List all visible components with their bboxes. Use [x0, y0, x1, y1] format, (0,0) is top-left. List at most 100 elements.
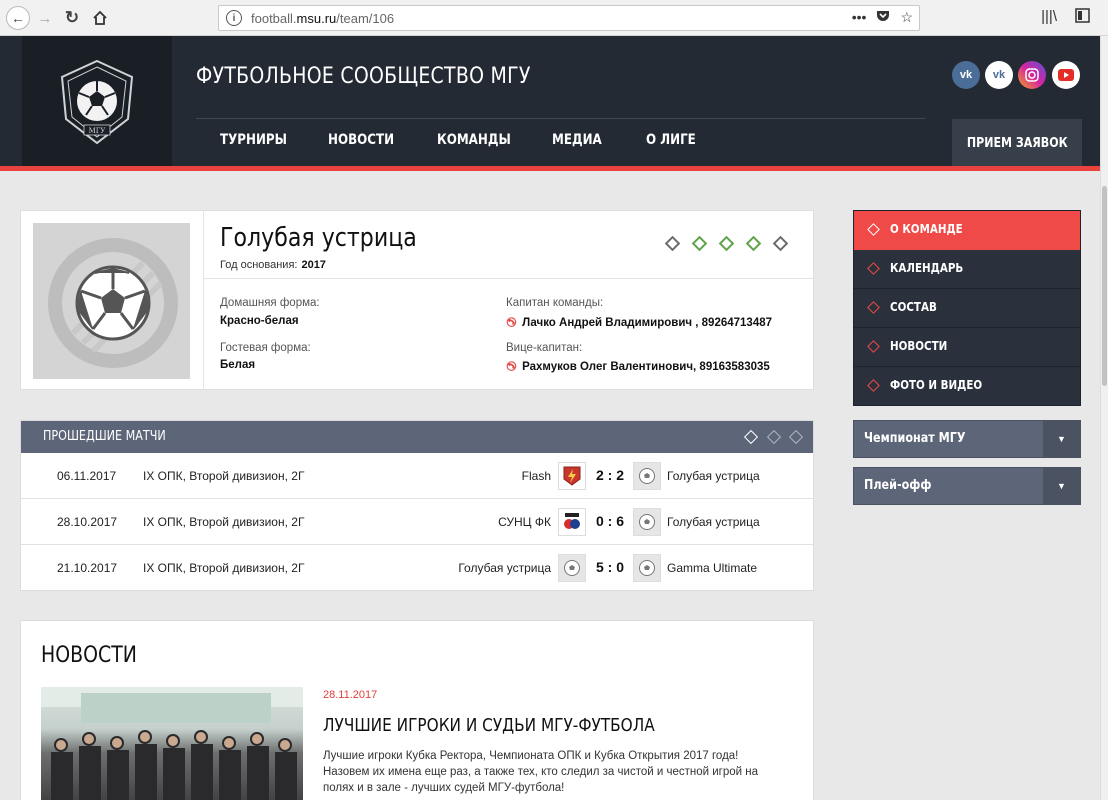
- past-matches-panel: ПРОШЕДШИЕ МАТЧИ 06.11.2017 IX ОПК, Второ…: [20, 420, 814, 591]
- captain-value: ✆ Лачко Андрей Владимирович , 89264713487: [503, 315, 773, 329]
- nav-about[interactable]: О ЛИГЕ: [646, 132, 696, 148]
- match-tournament[interactable]: IX ОПК, Второй дивизион, 2Г: [143, 561, 304, 575]
- playoff-dropdown[interactable]: Плей-офф ▼: [853, 467, 1081, 505]
- header-divider: [196, 118, 926, 119]
- team-logo-icon: [558, 554, 586, 582]
- diamond-bullet-icon: [867, 262, 880, 275]
- pager-dot-icon[interactable]: [788, 429, 804, 445]
- match-home-team[interactable]: Голубая устрица: [458, 561, 551, 575]
- side-item-label: КАЛЕНДАРЬ: [890, 261, 964, 275]
- nav-news[interactable]: НОВОСТИ: [328, 132, 394, 148]
- diamond-bullet-icon: [867, 379, 880, 392]
- match-tournament[interactable]: IX ОПК, Второй дивизион, 2Г: [143, 515, 304, 529]
- news-section: НОВОСТИ 28.11.2017 ЛУЧШИЕ ИГРОКИ И СУДЬИ…: [20, 620, 814, 800]
- match-home-team[interactable]: СУНЦ ФК: [498, 515, 551, 529]
- match-tournament[interactable]: IX ОПК, Второй дивизион, 2Г: [143, 469, 304, 483]
- apply-button[interactable]: ПРИЕМ ЗАЯВОК: [952, 119, 1082, 168]
- url-domain: msu.ru: [296, 11, 337, 26]
- library-icon[interactable]: |||\: [1041, 8, 1057, 27]
- site-logo[interactable]: МГУ: [22, 36, 172, 168]
- browser-toolbar: ← → ↻ i football.msu.ru/team/106 ••• ☆ |…: [0, 0, 1108, 36]
- match-row[interactable]: 06.11.2017 IX ОПК, Второй дивизион, 2Г F…: [21, 453, 813, 499]
- match-row[interactable]: 21.10.2017 IX ОПК, Второй дивизион, 2Г Г…: [21, 545, 813, 591]
- form-win-icon: [745, 235, 762, 252]
- instagram-icon[interactable]: [1018, 61, 1046, 89]
- flash-logo-icon: [558, 462, 586, 490]
- captain-text: Лачко Андрей Владимирович , 89264713487: [522, 317, 773, 329]
- logo-text: МГУ: [89, 127, 106, 135]
- more-icon[interactable]: •••: [852, 9, 867, 26]
- phone-icon: ✆: [503, 315, 519, 329]
- side-item-about-team[interactable]: О КОМАНДЕ: [854, 211, 1080, 250]
- caret-down-icon[interactable]: ▼: [1043, 421, 1080, 457]
- reload-icon[interactable]: ↻: [60, 6, 84, 30]
- match-score[interactable]: 2 : 2: [595, 467, 625, 483]
- away-kit-label: Гостевая форма:: [220, 342, 311, 354]
- home-icon[interactable]: [88, 6, 112, 30]
- match-away-team[interactable]: Голубая устрица: [667, 469, 760, 483]
- msu-crest-icon: МГУ: [60, 59, 134, 145]
- side-item-news[interactable]: НОВОСТИ: [854, 328, 1080, 367]
- side-item-photo-video[interactable]: ФОТО И ВИДЕО: [854, 367, 1080, 406]
- match-away-team[interactable]: Gamma Ultimate: [667, 561, 757, 575]
- youtube-icon[interactable]: [1052, 61, 1080, 89]
- site-title[interactable]: ФУТБОЛЬНОЕ СООБЩЕСТВО МГУ: [196, 64, 531, 89]
- nav-teams[interactable]: КОМАНДЫ: [437, 132, 511, 148]
- back-arrow-icon[interactable]: ←: [6, 6, 30, 30]
- team-name: Голубая устрица: [220, 223, 417, 253]
- match-score[interactable]: 5 : 0: [595, 559, 625, 575]
- home-kit-label: Домашняя форма:: [220, 297, 320, 309]
- scrollbar-thumb[interactable]: [1102, 186, 1107, 386]
- match-date: 21.10.2017: [57, 561, 118, 575]
- dropdown-label: Чемпионат МГУ: [864, 431, 966, 446]
- match-away-team[interactable]: Голубая устрица: [667, 515, 760, 529]
- form-loss-icon: [772, 235, 789, 252]
- vk-icon[interactable]: vk: [985, 61, 1013, 89]
- away-kit-value: Белая: [220, 359, 256, 371]
- side-item-label: НОВОСТИ: [890, 339, 948, 353]
- match-date: 06.11.2017: [57, 469, 117, 483]
- info-icon[interactable]: i: [226, 10, 242, 26]
- news-section-title: НОВОСТИ: [41, 643, 137, 668]
- founded-info: Год основания: 2017: [220, 259, 326, 271]
- side-item-calendar[interactable]: КАЛЕНДАРЬ: [854, 250, 1080, 289]
- caret-down-icon[interactable]: ▼: [1043, 468, 1080, 504]
- site-header: МГУ ФУТБОЛЬНОЕ СООБЩЕСТВО МГУ ТУРНИРЫ НО…: [0, 36, 1100, 168]
- match-home-team[interactable]: Flash: [522, 469, 551, 483]
- football-icon: [48, 238, 178, 368]
- team-photo-placeholder: [33, 223, 190, 379]
- page-scrollbar[interactable]: [1100, 36, 1108, 800]
- pager-dot-icon[interactable]: [766, 429, 782, 445]
- news-headline[interactable]: ЛУЧШИЕ ИГРОКИ И СУДЬИ МГУ-ФУТБОЛА: [323, 715, 655, 736]
- dropdown-label: Плей-офф: [864, 478, 932, 493]
- match-row[interactable]: 28.10.2017 IX ОПК, Второй дивизион, 2Г С…: [21, 499, 813, 545]
- side-item-roster[interactable]: СОСТАВ: [854, 289, 1080, 328]
- championship-dropdown[interactable]: Чемпионат МГУ ▼: [853, 420, 1081, 458]
- apply-button-label: ПРИЕМ ЗАЯВОК: [966, 136, 1068, 151]
- nav-media[interactable]: МЕДИА: [552, 132, 602, 148]
- side-item-label: ФОТО И ВИДЕО: [890, 378, 983, 392]
- vice-captain-value: ✆ Рахмуков Олег Валентинович, 89163583035: [503, 359, 770, 373]
- vk-icon[interactable]: vk: [952, 61, 980, 89]
- diamond-bullet-icon: [867, 223, 880, 236]
- team-card-divider: [203, 211, 204, 389]
- sidebar-toggle-icon[interactable]: [1075, 8, 1090, 27]
- url-path: /team/106: [336, 11, 395, 26]
- match-date: 28.10.2017: [57, 515, 118, 529]
- url-text[interactable]: football.msu.ru/team/106: [251, 11, 394, 26]
- nav-tournaments[interactable]: ТУРНИРЫ: [220, 132, 287, 148]
- team-side-menu: О КОМАНДЕ КАЛЕНДАРЬ СОСТАВ НОВОСТИ ФОТО …: [853, 210, 1081, 406]
- forward-arrow-icon[interactable]: →: [33, 6, 57, 30]
- news-photo[interactable]: [41, 687, 303, 800]
- url-bar[interactable]: i football.msu.ru/team/106 ••• ☆: [218, 5, 920, 31]
- match-score[interactable]: 0 : 6: [595, 513, 625, 529]
- home-kit-value: Красно-белая: [220, 315, 299, 327]
- team-card-divider: [204, 278, 814, 279]
- form-win-icon: [691, 235, 708, 252]
- news-excerpt: Лучшие игроки Кубка Ректора, Чемпионата …: [323, 750, 759, 794]
- pocket-icon[interactable]: [876, 9, 890, 26]
- past-matches-header: ПРОШЕДШИЕ МАТЧИ: [21, 421, 813, 453]
- pager-dot-icon[interactable]: [743, 429, 759, 445]
- bookmark-star-icon[interactable]: ☆: [900, 9, 913, 26]
- team-logo-icon: [633, 462, 661, 490]
